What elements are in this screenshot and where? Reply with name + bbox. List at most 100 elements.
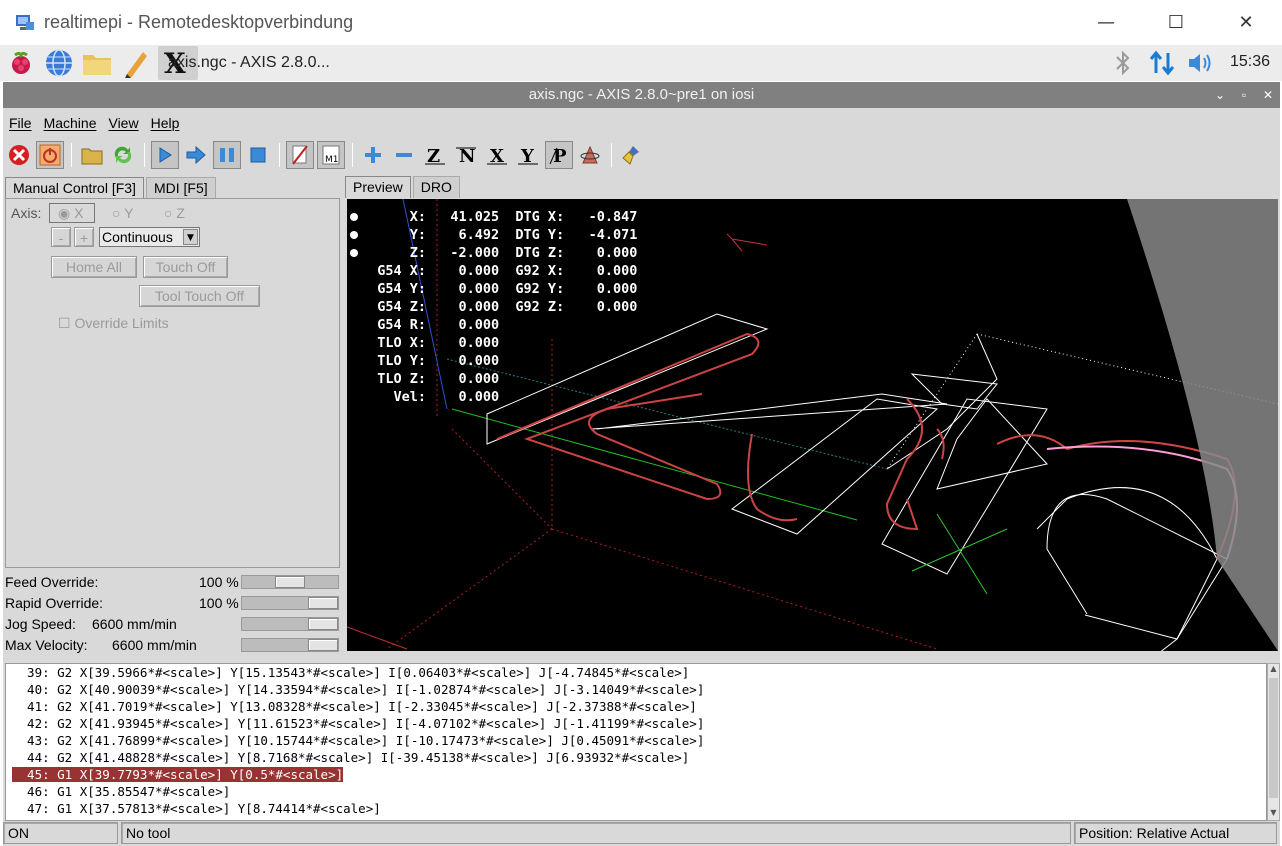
gcode-listing[interactable]: 39: G2 X[39.5966*#<scale>] Y[15.13543*#<… (5, 663, 1267, 821)
dro-line: TLO X: 0.000 (361, 335, 500, 351)
svg-text:X: X (490, 146, 504, 166)
view-y-icon[interactable]: Y (514, 141, 542, 169)
status-machine-state: ON (3, 822, 118, 844)
menu-view[interactable]: View (102, 115, 144, 131)
taskbar: X axis.ngc - AXIS 2.8.0... (0, 45, 1282, 81)
gcode-scrollbar[interactable]: ▲ ▼ (1267, 663, 1280, 821)
bluetooth-icon[interactable] (1112, 45, 1134, 81)
clear-plot-icon[interactable] (618, 141, 646, 169)
zoom-in-icon[interactable] (359, 141, 387, 169)
clock: 15:36 (1229, 53, 1270, 70)
status-position-mode: Position: Relative Actual (1074, 822, 1277, 844)
tab-manual-control[interactable]: Manual Control [F3] (5, 177, 144, 199)
jog-speed-slider[interactable] (241, 617, 339, 631)
dro-overlay: X: 41.025 DTG X: -0.847 Y: 6.492 DTG Y: … (361, 208, 637, 406)
dro-line: X: 41.025 DTG X: -0.847 (361, 209, 638, 225)
svg-text:N: N (459, 146, 475, 166)
browser-globe-icon[interactable] (42, 46, 76, 80)
stop-icon[interactable] (244, 141, 272, 169)
optional-stop-icon[interactable]: M1 (317, 141, 345, 169)
reload-icon[interactable] (109, 141, 137, 169)
axis-z-radio[interactable]: ○ Z (164, 205, 185, 221)
statusbar: ON No tool Position: Relative Actual (3, 822, 1280, 844)
dro-line: G54 R: 0.000 (361, 317, 500, 333)
axis-y-radio[interactable]: ○ Y (112, 205, 133, 221)
gcode-line[interactable]: 47: G1 X[37.57813*#<scale>] Y[8.74414*#<… (6, 800, 1266, 817)
block-delete-icon[interactable] (286, 141, 314, 169)
svg-text:P: P (553, 146, 567, 166)
slider-handle[interactable] (308, 597, 338, 609)
tool-touch-off-button[interactable]: Tool Touch Off (139, 285, 260, 307)
gcode-line[interactable]: 46: G1 X[35.85547*#<scale>] (6, 783, 1266, 800)
minimize-button[interactable]: — (1076, 0, 1136, 45)
rapid-override-slider[interactable] (241, 596, 339, 610)
volume-icon[interactable] (1186, 45, 1214, 81)
tab-preview[interactable]: Preview (345, 176, 411, 198)
dro-line: TLO Z: 0.000 (361, 371, 500, 387)
close-icon[interactable]: ✕ (1257, 82, 1279, 108)
machine-power-button[interactable] (36, 141, 64, 169)
gcode-line[interactable]: 39: G2 X[39.5966*#<scale>] Y[15.13543*#<… (6, 664, 1266, 681)
maximize-icon[interactable]: ▫ (1233, 82, 1255, 108)
jog-minus-button[interactable]: - (51, 227, 71, 247)
gcode-line[interactable]: 42: G2 X[41.93945*#<scale>] Y[11.61523*#… (6, 715, 1266, 732)
text-editor-icon[interactable] (118, 46, 152, 80)
scroll-up-icon[interactable]: ▲ (1268, 664, 1279, 676)
jog-mode-select[interactable]: Continuous ▼ (99, 227, 200, 247)
run-icon[interactable] (151, 141, 179, 169)
slider-handle[interactable] (275, 576, 305, 588)
view-z2-icon[interactable]: N (452, 141, 480, 169)
home-all-button[interactable]: Home All (51, 256, 137, 278)
feed-override-label: Feed Override: (5, 574, 99, 590)
gcode-line[interactable]: 40: G2 X[40.90039*#<scale>] Y[14.33594*#… (6, 681, 1266, 698)
view-p-icon[interactable]: P (545, 141, 573, 169)
gcode-line[interactable]: 43: G2 X[41.76899*#<scale>] Y[10.15744*#… (6, 732, 1266, 749)
manual-control-panel: Axis: ◉ X ○ Y ○ Z - + Continuous ▼ Home … (5, 198, 340, 568)
file-manager-icon[interactable] (80, 46, 114, 80)
raspberry-menu-icon[interactable] (4, 46, 38, 80)
scroll-down-icon[interactable]: ▼ (1268, 808, 1279, 820)
menu-help[interactable]: Help (145, 115, 186, 131)
rapid-override-label: Rapid Override: (5, 595, 104, 611)
remote-desktop-icon (16, 14, 34, 30)
chevron-down-icon[interactable]: ⌄ (1209, 82, 1231, 108)
axis-x-radio[interactable]: ◉ X (49, 203, 95, 223)
taskbar-task-axis[interactable]: X axis.ngc - AXIS 2.8.0... (158, 46, 330, 80)
dro-line: Z: -2.000 DTG Z: 0.000 (361, 245, 638, 261)
jog-speed-value: 6600 mm/min (92, 616, 177, 632)
open-file-icon[interactable] (78, 141, 106, 169)
pause-icon[interactable] (213, 141, 241, 169)
step-icon[interactable] (182, 141, 210, 169)
menu-file[interactable]: File (3, 115, 38, 131)
maximize-button[interactable]: ☐ (1146, 0, 1206, 45)
right-tabbar: Preview DRO (345, 176, 462, 198)
jog-speed-label: Jog Speed: (5, 616, 76, 632)
rotate-icon[interactable] (576, 141, 604, 169)
scrollbar-thumb[interactable] (1269, 678, 1278, 798)
gcode-line-current[interactable]: 45: G1 X[39.7793*#<scale>] Y[0.5*#<scale… (6, 766, 1266, 783)
network-icon[interactable] (1148, 45, 1176, 81)
menu-machine[interactable]: Machine (38, 115, 103, 131)
jog-plus-button[interactable]: + (74, 227, 94, 247)
toolpath-preview[interactable]: X: 41.025 DTG X: -0.847 Y: 6.492 DTG Y: … (347, 199, 1278, 651)
gcode-line[interactable]: 44: G2 X[41.48828*#<scale>] Y[8.7168*#<s… (6, 749, 1266, 766)
feed-override-slider[interactable] (241, 575, 339, 589)
override-limits-checkbox[interactable]: ☐ Override Limits (58, 315, 169, 332)
left-tabbar: Manual Control [F3] MDI [F5] (5, 177, 218, 199)
svg-text:Y: Y (520, 146, 535, 166)
estop-button[interactable] (5, 141, 33, 169)
dro-line: G54 X: 0.000 G92 X: 0.000 (361, 263, 638, 279)
axis-window-title: axis.ngc - AXIS 2.8.0~pre1 on iosi (528, 86, 755, 103)
max-velocity-slider[interactable] (241, 638, 339, 652)
gcode-line[interactable]: 41: G2 X[41.7019*#<scale>] Y[13.08328*#<… (6, 698, 1266, 715)
zoom-out-icon[interactable] (390, 141, 418, 169)
dro-line: TLO Y: 0.000 (361, 353, 500, 369)
slider-handle[interactable] (308, 618, 338, 630)
touch-off-button[interactable]: Touch Off (143, 256, 228, 278)
tab-mdi[interactable]: MDI [F5] (145, 177, 216, 199)
tab-dro[interactable]: DRO (412, 176, 460, 198)
view-z-icon[interactable]: Z (421, 141, 449, 169)
slider-handle[interactable] (308, 639, 338, 651)
close-button[interactable]: ✕ (1216, 0, 1276, 45)
view-x-icon[interactable]: X (483, 141, 511, 169)
